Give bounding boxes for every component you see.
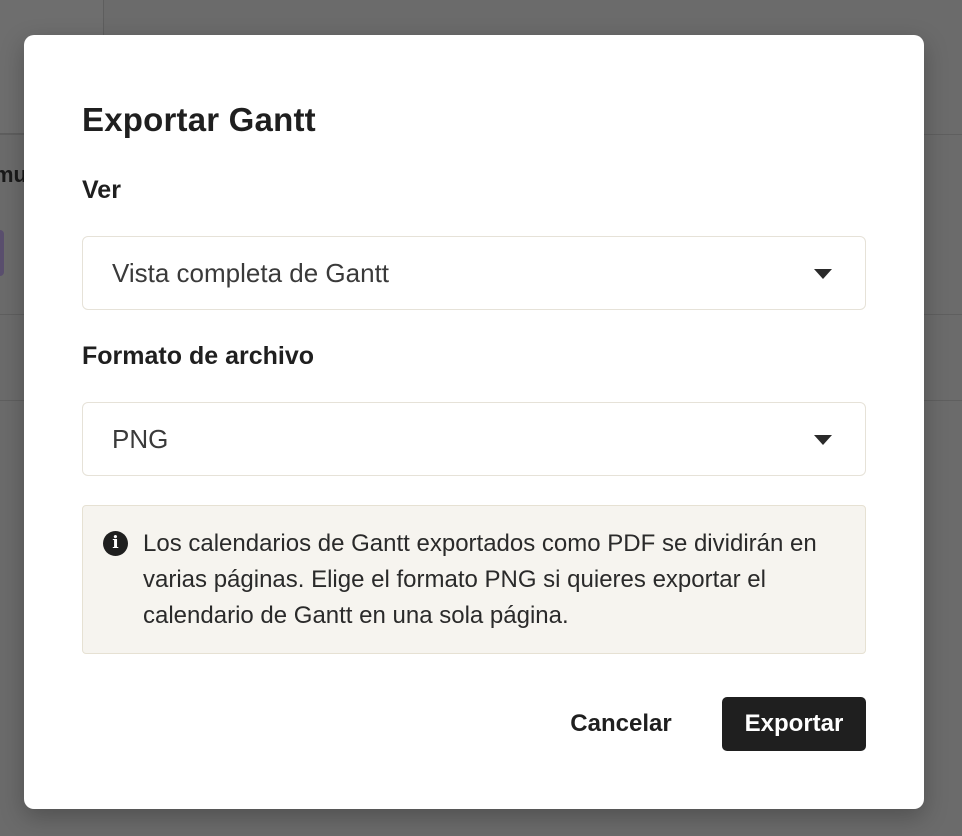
cancel-button[interactable]: Cancelar xyxy=(556,697,686,751)
background-chip xyxy=(0,230,4,276)
file-format-select-value: PNG xyxy=(112,423,169,454)
info-notice: i Los calendarios de Gantt exportados co… xyxy=(82,505,866,654)
file-format-select[interactable]: PNG xyxy=(82,402,866,476)
background-partial-text: mu xyxy=(0,162,27,187)
chevron-down-icon xyxy=(814,435,832,445)
view-label: Ver xyxy=(82,176,121,204)
info-notice-text: Los calendarios de Gantt exportados como… xyxy=(143,530,817,629)
file-format-label: Formato de archivo xyxy=(82,342,314,370)
view-select[interactable]: Vista completa de Gantt xyxy=(82,236,866,310)
export-gantt-dialog: Exportar Gantt Ver Vista completa de Gan… xyxy=(24,35,924,809)
info-icon: i xyxy=(103,531,128,556)
chevron-down-icon xyxy=(814,269,832,279)
export-button[interactable]: Exportar xyxy=(722,697,866,751)
view-select-value: Vista completa de Gantt xyxy=(112,257,390,288)
dialog-title: Exportar Gantt xyxy=(82,101,316,138)
